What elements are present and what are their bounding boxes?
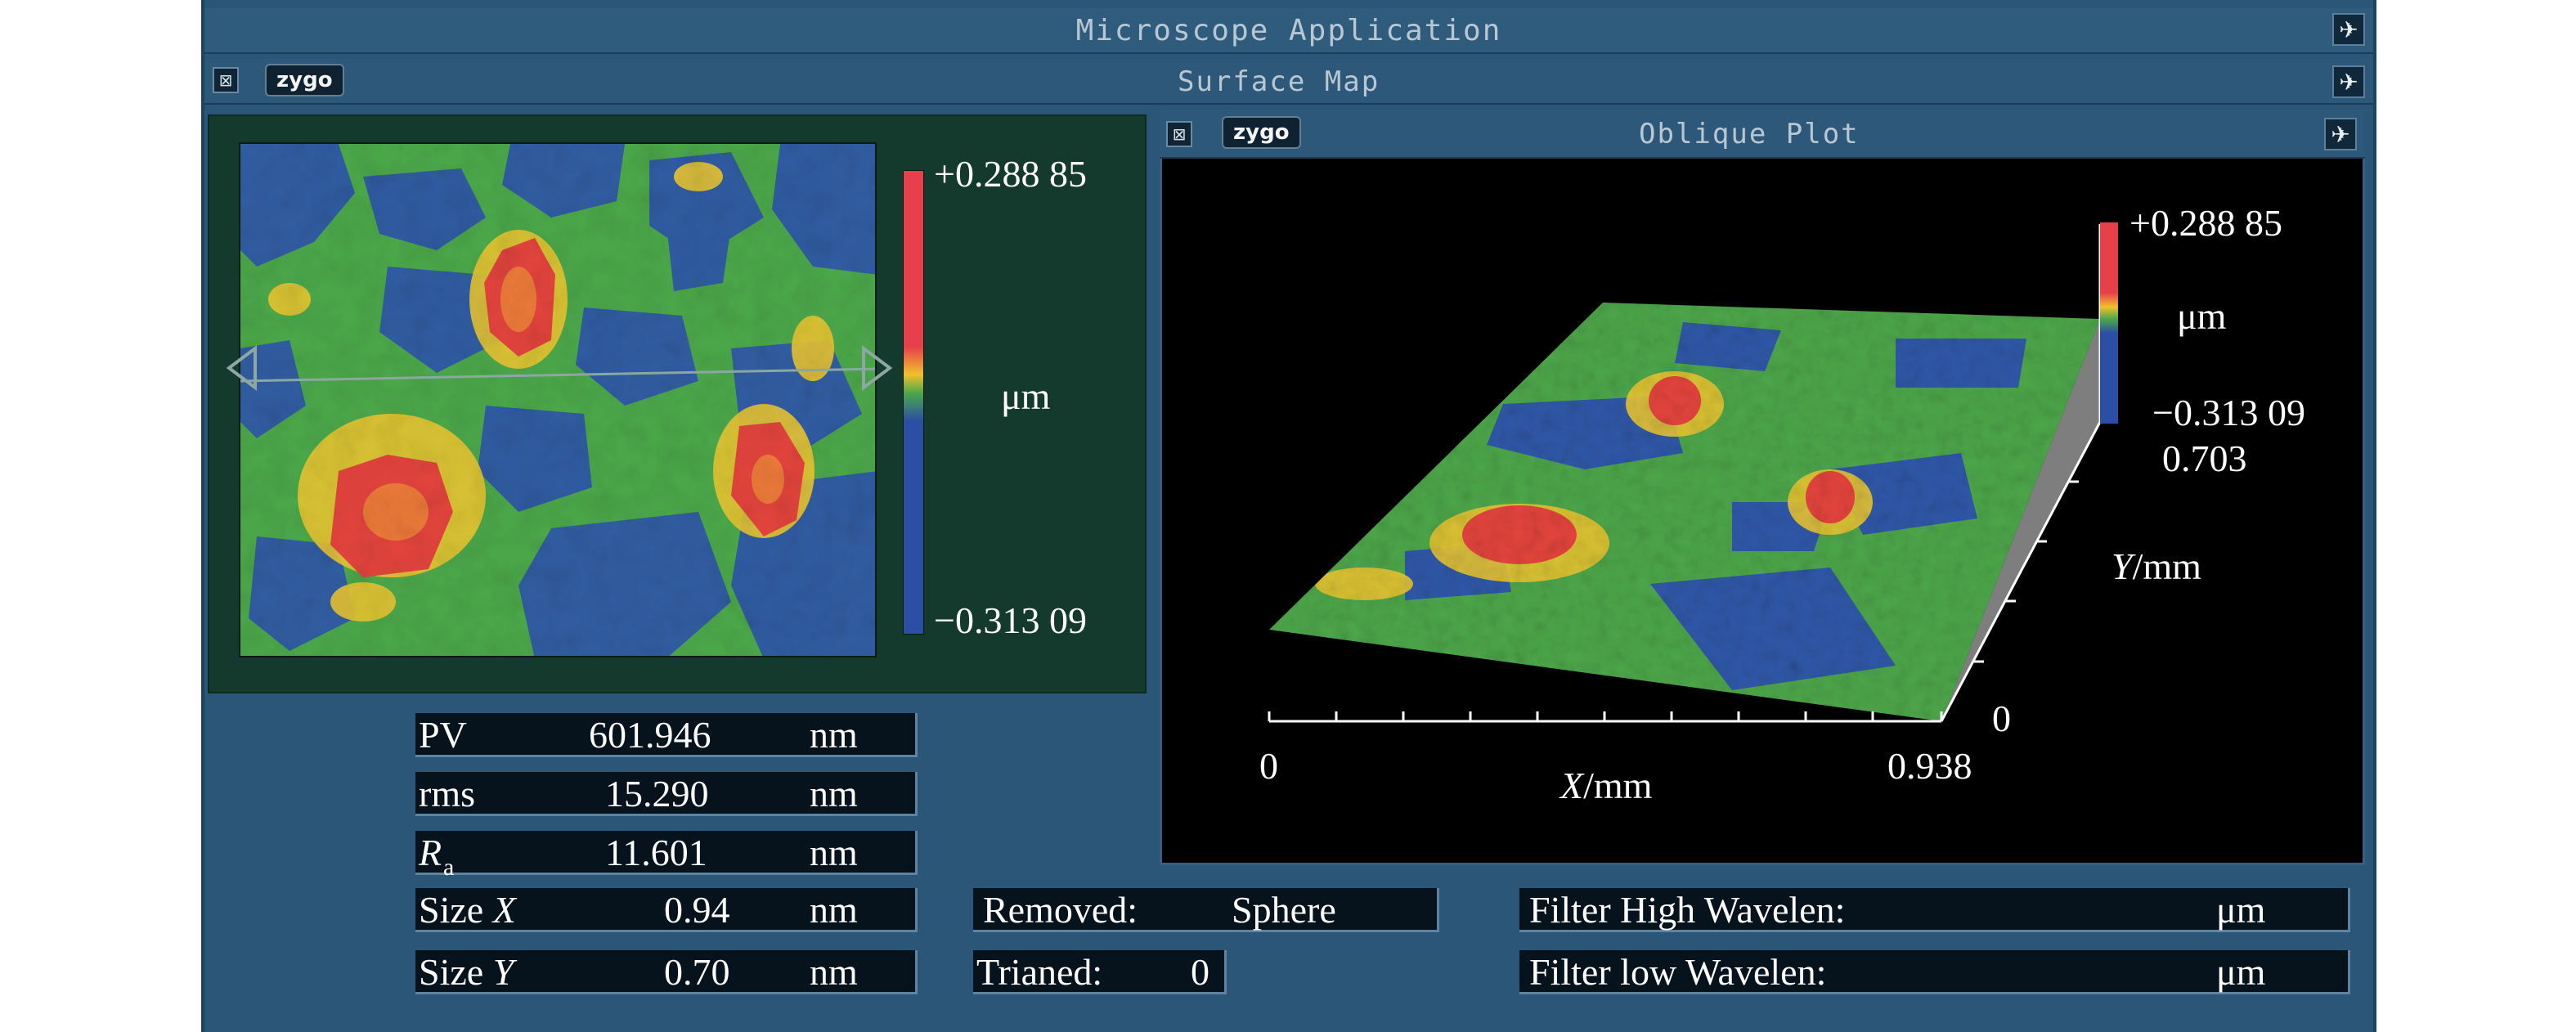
- stat-label: rms: [419, 773, 475, 814]
- stat-value: 0.70: [664, 951, 730, 993]
- x-axis-title: X/mm: [1560, 765, 1653, 806]
- stat-pv: PV 601.946 nm: [415, 713, 918, 757]
- stat-value: 0.94: [664, 889, 730, 931]
- window-titlebar[interactable]: Microscope Application: [204, 8, 2373, 54]
- removed-label: Removed:: [983, 889, 1138, 931]
- stat-label: Size X: [419, 889, 516, 931]
- filter-low-unit: μm: [2216, 951, 2266, 993]
- stat-size-x: Size X 0.94 nm: [415, 888, 918, 932]
- oblique-plot-title: Oblique Plot: [1639, 118, 1860, 150]
- oblique-colorbar-max: +0.288 85: [2129, 202, 2282, 244]
- removed-value: Sphere: [1232, 889, 1336, 931]
- stat-value: 15.290: [605, 773, 709, 814]
- pin-icon[interactable]: ✈: [2332, 65, 2365, 98]
- surface-colorbar-max: +0.288 85: [934, 153, 1087, 195]
- oblique-surface: [1269, 303, 2100, 721]
- surface-heightmap: [240, 144, 875, 656]
- surface-map-image[interactable]: [239, 142, 877, 657]
- surface-colorbar: [903, 170, 924, 635]
- surface-map-title: Surface Map: [1178, 65, 1380, 98]
- oblique-plot-titlebar[interactable]: Oblique Plot: [1160, 110, 2365, 159]
- surface-colorbar-min: −0.313 09: [934, 599, 1087, 641]
- removed-field[interactable]: Removed: Sphere: [973, 888, 1439, 932]
- filter-high-label: Filter High Wavelen:: [1529, 889, 1846, 931]
- x-axis-max-label: 0.938: [1887, 745, 1972, 787]
- pin-icon[interactable]: ✈: [2324, 118, 2357, 150]
- trianed-value: 0: [1191, 951, 1209, 993]
- zygo-logo: zygo: [265, 64, 344, 96]
- oblique-colorbar-min: −0.313 09: [2152, 392, 2305, 433]
- oblique-colorbar-unit: μm: [2177, 295, 2227, 337]
- profile-marker-left-icon[interactable]: [226, 343, 258, 393]
- x-axis-ticks: [1268, 711, 1943, 721]
- filter-low-label: Filter low Wavelen:: [1529, 951, 1827, 993]
- stat-value: 11.601: [605, 832, 707, 873]
- profile-marker-right-icon[interactable]: [860, 343, 893, 393]
- filter-high-unit: μm: [2216, 889, 2266, 931]
- filter-low-wavelength-field[interactable]: Filter low Wavelen: μm: [1519, 950, 2350, 994]
- pin-icon[interactable]: ✈: [2332, 13, 2365, 46]
- stat-label: Size Y: [419, 951, 514, 993]
- oblique-colorbar: [2100, 222, 2118, 424]
- surface-map-titlebar[interactable]: Surface Map: [204, 59, 2373, 105]
- stat-value: 601.946: [589, 714, 711, 756]
- x-axis-zero-label: 0: [1259, 745, 1278, 787]
- stat-unit: nm: [810, 714, 858, 756]
- stat-label: R: [419, 832, 442, 873]
- close-icon[interactable]: ⊠: [1166, 121, 1192, 147]
- y-axis-max-label: 0.703: [2162, 437, 2247, 479]
- zygo-logo: zygo: [1222, 116, 1301, 149]
- stat-label: PV: [419, 714, 467, 756]
- y-axis-zero-label: 0: [1992, 698, 2011, 739]
- stat-unit: nm: [810, 951, 858, 993]
- surface-colorbar-unit: μm: [1001, 375, 1051, 417]
- trianed-label: Trianed:: [976, 951, 1103, 993]
- stat-size-y: Size Y 0.70 nm: [415, 950, 918, 994]
- stat-unit: nm: [810, 889, 858, 931]
- filter-high-wavelength-field[interactable]: Filter High Wavelen: μm: [1519, 888, 2350, 932]
- oblique-3d-plot[interactable]: [1160, 159, 2365, 865]
- close-icon[interactable]: ⊠: [213, 67, 239, 93]
- trianed-field[interactable]: Trianed: 0: [973, 950, 1227, 994]
- stat-unit: nm: [810, 773, 858, 814]
- y-axis-title: Y/mm: [2112, 545, 2201, 587]
- stat-unit: nm: [810, 832, 858, 873]
- stat-label-subscript: a: [443, 854, 455, 881]
- stat-ra: R a 11.601 nm: [415, 831, 918, 881]
- window-title: Microscope Application: [1075, 13, 1502, 47]
- stat-rms: rms 15.290 nm: [415, 772, 918, 816]
